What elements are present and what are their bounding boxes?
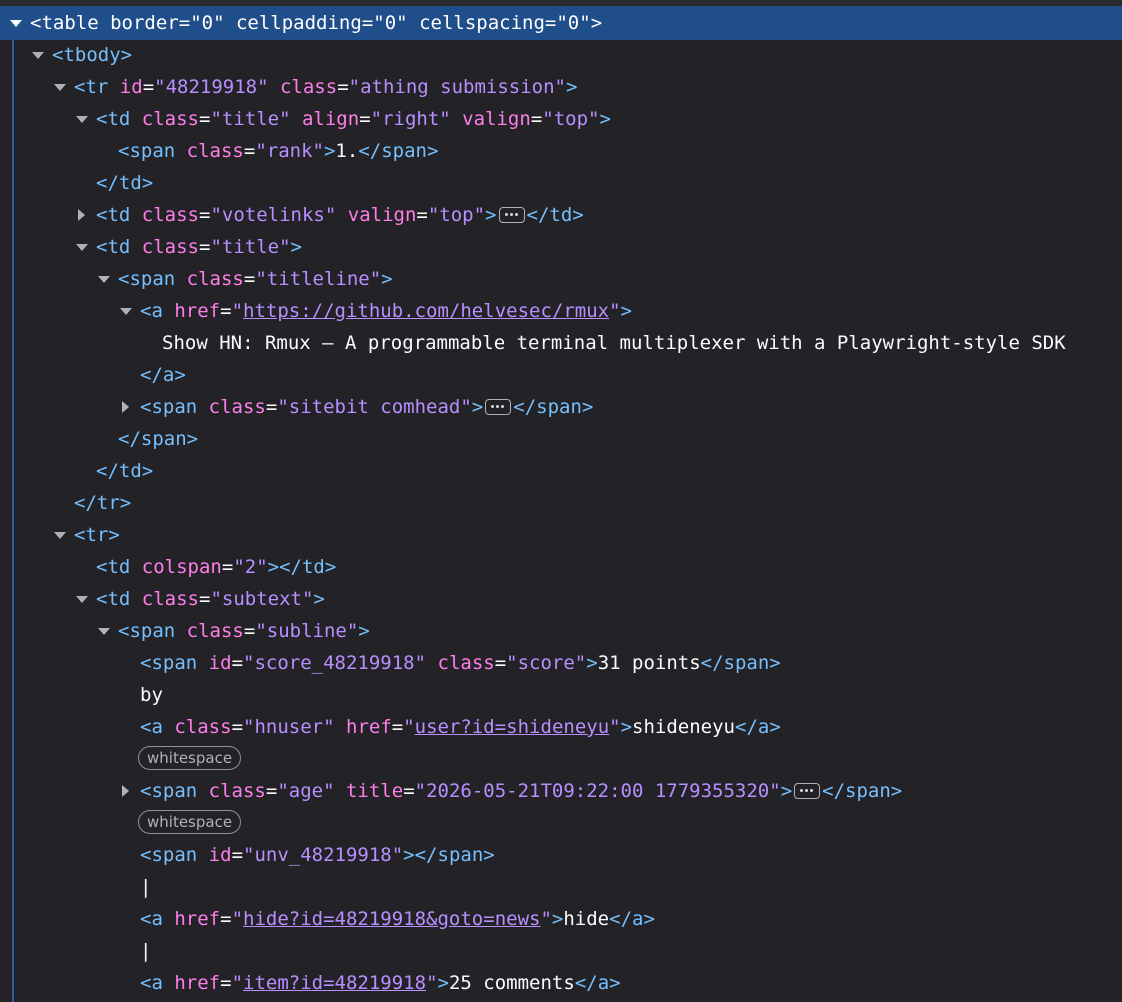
collapse-twisty-icon[interactable] xyxy=(96,615,112,647)
pipe-text: | xyxy=(140,876,152,898)
ellipsis-icon[interactable] xyxy=(794,783,821,799)
node-code: <tr id="48219918" class="athing submissi… xyxy=(74,76,578,98)
node-code: <span class="sitebit comhead"> </span> xyxy=(140,396,594,418)
node-a-story-link[interactable]: <a href="https://github.com/helvesec/rmu… xyxy=(0,295,1122,327)
collapse-twisty-icon[interactable] xyxy=(8,6,24,38)
node-code: <span id="score_48219918" class="score">… xyxy=(140,652,781,674)
collapse-twisty-icon[interactable] xyxy=(52,71,68,103)
hide-href-link[interactable]: hide?id=48219918&goto=news xyxy=(243,908,540,930)
expand-twisty-icon[interactable] xyxy=(74,199,90,231)
node-td-title[interactable]: <td class="title"> xyxy=(0,231,1122,263)
node-span-subline[interactable]: <span class="subline"> xyxy=(0,615,1122,647)
pipe-text: | xyxy=(140,940,152,962)
story-title-text: Show HN: Rmux – A programmable terminal … xyxy=(162,332,1066,354)
collapse-twisty-icon[interactable] xyxy=(96,263,112,295)
node-td-subtext[interactable]: <td class="subtext"> xyxy=(0,583,1122,615)
by-text: by xyxy=(140,684,163,706)
node-code: <a class="hnuser" href="user?id=shideney… xyxy=(140,716,781,738)
node-code: </span> xyxy=(118,428,199,450)
node-close-a[interactable]: </a> xyxy=(0,359,1122,391)
node-tbody[interactable]: <tbody> xyxy=(0,39,1122,71)
node-code: <td class="subtext"> xyxy=(96,588,325,610)
ellipsis-icon[interactable] xyxy=(485,399,512,415)
node-code: <span class="rank">1.</span> xyxy=(118,140,439,162)
node-code: <a href="hide?id=48219918&goto=news">hid… xyxy=(140,908,655,930)
node-code: <a href="https://github.com/helvesec/rmu… xyxy=(140,300,632,322)
node-close-td[interactable]: </td> xyxy=(0,167,1122,199)
node-text-pipe[interactable]: | xyxy=(0,871,1122,903)
node-code: <span id="unv_48219918"></span> xyxy=(140,844,495,866)
expand-twisty-icon[interactable] xyxy=(118,775,134,807)
node-code: whitespace xyxy=(138,743,242,775)
node-span-score[interactable]: <span id="score_48219918" class="score">… xyxy=(0,647,1122,679)
node-whitespace[interactable]: whitespace xyxy=(0,807,1122,839)
node-span-titleline[interactable]: <span class="titleline"> xyxy=(0,263,1122,295)
node-code: <tbody> xyxy=(52,44,133,66)
node-text-pipe[interactable]: | xyxy=(0,935,1122,967)
node-text-by[interactable]: by xyxy=(0,679,1122,711)
collapse-twisty-icon[interactable] xyxy=(30,39,46,71)
expand-twisty-icon[interactable] xyxy=(118,391,134,423)
node-code: <span class="titleline"> xyxy=(118,268,393,290)
node-td-rank[interactable]: <td class="title" align="right" valign="… xyxy=(0,103,1122,135)
ellipsis-icon[interactable] xyxy=(498,207,525,223)
node-close-tr[interactable]: </tr> xyxy=(0,487,1122,519)
collapse-twisty-icon[interactable] xyxy=(74,103,90,135)
node-td-votelinks[interactable]: <td class="votelinks" valign="top"> </td> xyxy=(0,199,1122,231)
node-code: whitespace xyxy=(138,807,242,839)
collapse-twisty-icon[interactable] xyxy=(52,519,68,551)
node-span-unv[interactable]: <span id="unv_48219918"></span> xyxy=(0,839,1122,871)
node-span-age[interactable]: <span class="age" title="2026-05-21T09:2… xyxy=(0,775,1122,807)
node-tr-subtext[interactable]: <tr> xyxy=(0,519,1122,551)
node-text-story-title[interactable]: Show HN: Rmux – A programmable terminal … xyxy=(0,327,1122,359)
node-tr-submission[interactable]: <tr id="48219918" class="athing submissi… xyxy=(0,71,1122,103)
node-whitespace[interactable]: whitespace xyxy=(0,743,1122,775)
node-code: </a> xyxy=(140,364,186,386)
story-href-link[interactable]: https://github.com/helvesec/rmux xyxy=(243,300,609,322)
node-a-comments[interactable]: <a href="item?id=48219918">25 comments</… xyxy=(0,967,1122,999)
node-code: <span class="subline"> xyxy=(118,620,370,642)
node-td-colspan[interactable]: <td colspan="2"></td> xyxy=(0,551,1122,583)
node-code: </td> xyxy=(96,172,154,194)
node-close-span[interactable]: </span> xyxy=(0,423,1122,455)
node-code: </tr> xyxy=(74,492,132,514)
node-span-rank[interactable]: <span class="rank">1.</span> xyxy=(0,135,1122,167)
collapse-twisty-icon[interactable] xyxy=(74,583,90,615)
node-code: <td class="votelinks" valign="top"> </td> xyxy=(96,204,584,226)
collapse-twisty-icon[interactable] xyxy=(74,231,90,263)
node-code: <td class="title" align="right" valign="… xyxy=(96,108,611,130)
node-a-hnuser[interactable]: <a class="hnuser" href="user?id=shideney… xyxy=(0,711,1122,743)
user-href-link[interactable]: user?id=shideneyu xyxy=(415,716,609,738)
node-code: </td> xyxy=(96,460,154,482)
whitespace-badge[interactable]: whitespace xyxy=(138,810,242,834)
item-href-link[interactable]: item?id=48219918 xyxy=(243,972,426,994)
node-code: <tr> xyxy=(74,524,120,546)
node-code: <span class="age" title="2026-05-21T09:2… xyxy=(140,780,903,802)
node-code: <a href="item?id=48219918">25 comments</… xyxy=(140,972,621,994)
node-span-sitebit[interactable]: <span class="sitebit comhead"> </span> xyxy=(0,391,1122,423)
node-a-hide[interactable]: <a href="hide?id=48219918&goto=news">hid… xyxy=(0,903,1122,935)
node-close-td[interactable]: </td> xyxy=(0,455,1122,487)
node-code: <td colspan="2"></td> xyxy=(96,556,337,578)
node-table[interactable]: <table border="0" cellpadding="0" cellsp… xyxy=(0,6,1122,40)
node-code: <td class="title"> xyxy=(96,236,302,258)
collapse-twisty-icon[interactable] xyxy=(118,295,134,327)
whitespace-badge[interactable]: whitespace xyxy=(138,746,242,770)
node-code: <table border="0" cellpadding="0" cellsp… xyxy=(30,12,603,34)
